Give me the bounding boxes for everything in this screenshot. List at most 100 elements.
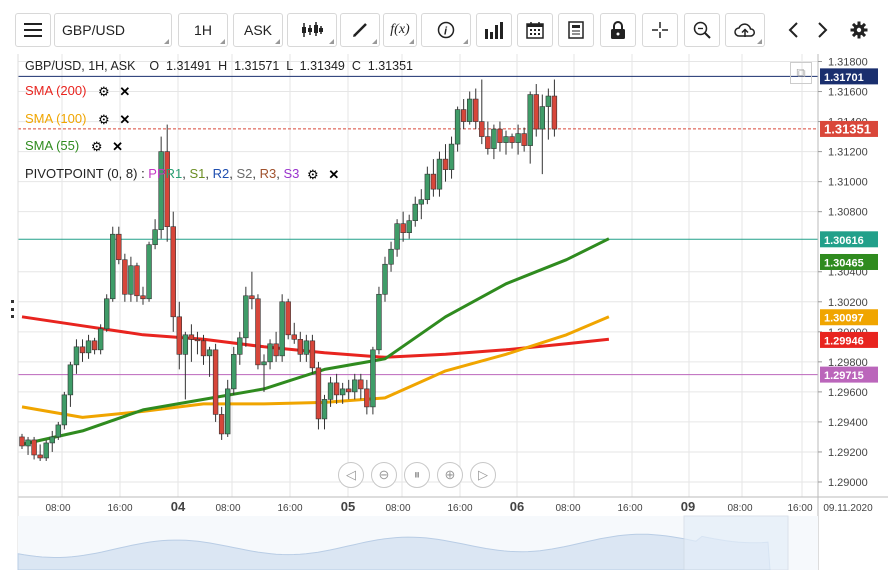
chart-type-button[interactable]: [287, 13, 337, 47]
pivot-close-icon[interactable]: ✕: [328, 166, 339, 184]
symbol-select[interactable]: GBP/USD: [54, 13, 172, 47]
candle-body: [370, 349, 376, 408]
indicators-button[interactable]: f(x): [383, 13, 417, 47]
candle-body: [454, 109, 461, 145]
candle-body: [551, 95, 558, 130]
pivot-settings-gear-icon[interactable]: ⚙: [307, 166, 319, 184]
popout-button[interactable]: ⧉: [790, 62, 812, 84]
candle-81: [509, 133, 515, 149]
candle-78: [491, 124, 497, 160]
candle-body: [261, 361, 267, 366]
candle-body: [116, 233, 122, 261]
sma-200-settings-gear-icon[interactable]: ⚙: [98, 83, 110, 101]
scroll-back-button[interactable]: [776, 13, 810, 47]
candle-body: [382, 263, 388, 295]
price-tag-text: 1.30097: [824, 313, 864, 325]
candle-body: [466, 98, 473, 122]
candle-body: [345, 388, 352, 393]
candle-body: [61, 394, 68, 426]
timeframe-select[interactable]: 1H: [178, 13, 228, 47]
sma-55-settings-gear-icon[interactable]: ⚙: [91, 138, 103, 156]
candle-body: [436, 158, 443, 190]
candle-body: [176, 316, 182, 355]
candle-15: [110, 226, 116, 302]
lock-button[interactable]: [600, 13, 636, 47]
info-button[interactable]: i: [421, 13, 471, 47]
candle-body: [503, 136, 509, 143]
candle-72: [454, 106, 461, 152]
candle-body: [400, 223, 406, 234]
sma-55-close-icon[interactable]: ✕: [112, 138, 123, 156]
candle-body: [327, 382, 334, 400]
scroll-forward-button[interactable]: [806, 13, 840, 47]
candle-2: [31, 436, 37, 460]
candle-22: [152, 219, 158, 250]
candle-body: [545, 95, 552, 107]
zoom-icon: [693, 21, 711, 39]
candle-body: [279, 301, 285, 357]
candle-body: [424, 173, 431, 200]
share-button[interactable]: [725, 13, 765, 47]
navigator-window: [683, 515, 789, 571]
candle-66: [418, 189, 424, 220]
time-tick-label: 04: [171, 499, 186, 514]
time-tick-label: 08:00: [727, 503, 752, 514]
pivot-part-6: ,: [229, 166, 237, 181]
candle-body: [122, 259, 128, 295]
price-chart[interactable]: 1.318001.316001.314001.312001.310001.308…: [0, 54, 888, 571]
candle-57: [364, 379, 370, 415]
candle-25: [170, 211, 176, 332]
settings-gear-icon: [850, 21, 868, 39]
candle-body: [49, 436, 55, 444]
sma-200-close-icon[interactable]: ✕: [119, 83, 130, 101]
candle-body: [85, 340, 92, 354]
sma-55-legend: SMA (55) ⚙ ✕: [25, 137, 123, 155]
scroll-left-button[interactable]: ◁: [338, 462, 364, 488]
scroll-right-button[interactable]: ▷: [470, 462, 496, 488]
news-button[interactable]: [558, 13, 594, 47]
reset-zoom-button[interactable]: ⏸: [404, 462, 430, 488]
candle-74: [466, 91, 473, 125]
volume-button[interactable]: [476, 13, 512, 47]
draw-tools-button[interactable]: [340, 13, 380, 47]
calendar-button[interactable]: [517, 13, 553, 47]
zoom-out-icon: ⊖: [378, 467, 390, 482]
pivot-part-10: ,: [276, 166, 284, 181]
sma-100-label: SMA (100): [25, 111, 87, 126]
candle-body: [164, 151, 170, 227]
candle-69: [436, 151, 443, 197]
candle-56: [358, 373, 364, 400]
candle-88: [551, 79, 558, 137]
candle-32: [212, 343, 219, 422]
candle-body: [55, 424, 62, 438]
zoom-in-button[interactable]: ⊕: [437, 462, 463, 488]
drag-handle[interactable]: [11, 300, 15, 318]
candle-body: [297, 339, 303, 355]
candle-49: [315, 361, 322, 430]
sma-100-settings-gear-icon[interactable]: ⚙: [98, 111, 110, 129]
candle-body: [291, 334, 297, 340]
scroll-right-icon: ▷: [478, 467, 488, 482]
zoom-button[interactable]: [684, 13, 720, 47]
pivot-label: PIVOTPOINT (0, 8): [25, 166, 138, 181]
zoom-out-button[interactable]: ⊖: [371, 462, 397, 488]
price-tick-label: 1.30200: [828, 297, 868, 309]
menu-button[interactable]: [15, 13, 51, 47]
sma-100-close-icon[interactable]: ✕: [119, 111, 130, 129]
candle-body: [225, 388, 231, 435]
candle-body: [364, 388, 370, 408]
crosshair-button[interactable]: [642, 13, 678, 47]
volume-bars-icon: [485, 22, 503, 39]
draw-icon: [353, 23, 367, 37]
candle-body: [188, 334, 195, 340]
chart-canvas[interactable]: 1.318001.316001.314001.312001.310001.308…: [0, 54, 888, 571]
sma-200-label: SMA (200): [25, 83, 87, 98]
candle-body: [79, 346, 86, 354]
pivot-part-9: R3: [259, 166, 277, 181]
chart-navigation: ◁ ⊖ ⏸ ⊕ ▷: [338, 462, 508, 492]
news-icon: [568, 21, 584, 39]
candle-body: [358, 379, 364, 390]
settings-button[interactable]: [842, 13, 876, 47]
price-type-select[interactable]: ASK: [233, 13, 283, 47]
price-tag-text: 1.31351: [824, 121, 871, 136]
